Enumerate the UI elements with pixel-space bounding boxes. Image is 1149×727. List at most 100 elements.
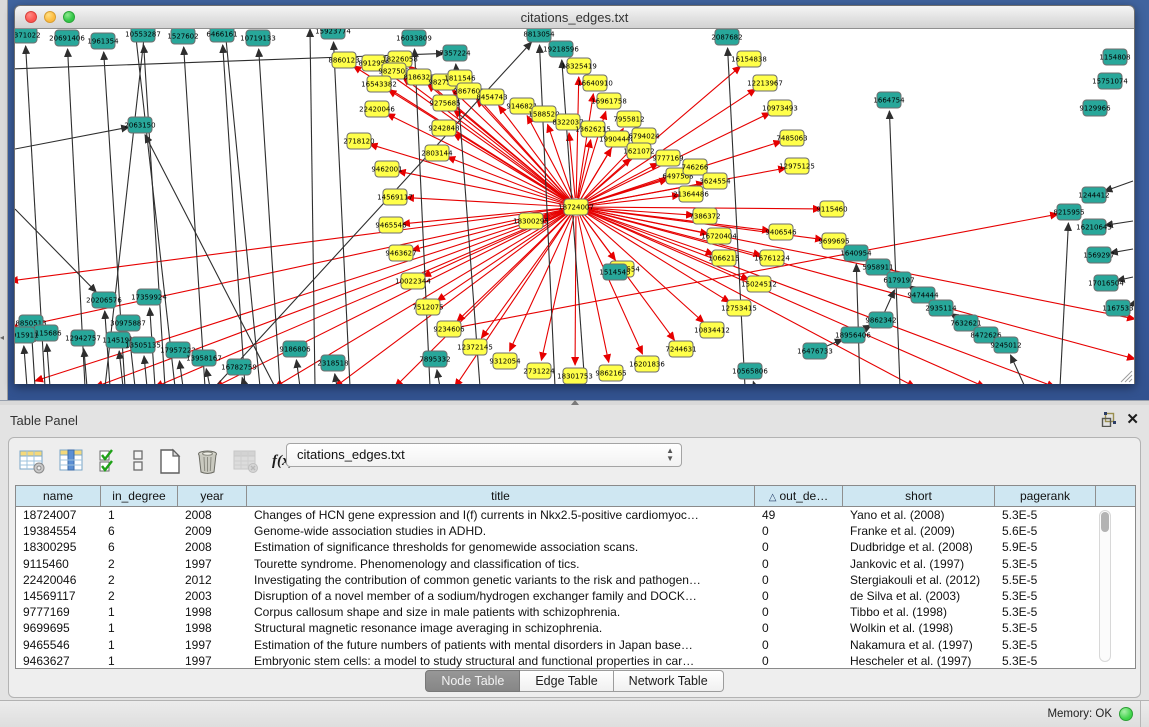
table-row[interactable]: 911546021997Tourette syndrome. Phenomeno… — [16, 556, 1135, 572]
graph-node[interactable]: 10565806 — [732, 363, 768, 379]
graph-node[interactable]: 2803144 — [421, 145, 453, 161]
graph-node[interactable]: 18956406 — [835, 327, 871, 343]
table-cell[interactable]: 9699695 — [16, 620, 101, 636]
table-cell[interactable]: Jankovic et al. (1997) — [843, 556, 995, 572]
graph-node[interactable]: 12372145 — [457, 339, 493, 355]
table-cell[interactable]: 0 — [755, 523, 843, 539]
graph-node[interactable]: 12942757 — [65, 330, 101, 346]
scrollbar-thumb[interactable] — [1101, 512, 1109, 532]
table-cell[interactable]: 49 — [755, 507, 843, 523]
table-cell[interactable]: 2009 — [178, 523, 247, 539]
graph-node[interactable]: 7512075 — [412, 299, 443, 315]
table-cell[interactable]: 0 — [755, 556, 843, 572]
graph-node[interactable]: 18325419 — [561, 58, 597, 74]
graph-node[interactable]: 3915911 — [15, 327, 39, 343]
graph-node[interactable]: 16720404 — [701, 228, 737, 244]
table-cell[interactable]: Dudbridge et al. (2008) — [843, 539, 995, 555]
table-cell[interactable]: 5.6E-5 — [995, 523, 1096, 539]
graph-node[interactable]: 8454743 — [476, 89, 507, 105]
float-panel-icon[interactable] — [1101, 412, 1116, 427]
graph-node[interactable]: 8371022 — [15, 29, 41, 43]
table-source-dropdown[interactable]: citations_edges.txt ▲▼ — [286, 443, 682, 467]
column-header-pagerank[interactable]: pagerank — [995, 486, 1096, 506]
network-view-window[interactable]: citations_edges.txt 18724007183002959777… — [14, 5, 1135, 384]
graph-node[interactable]: 19218596 — [543, 41, 579, 57]
graph-node[interactable]: 8860123 — [328, 52, 359, 68]
graph-node[interactable]: 1514545 — [599, 264, 630, 280]
graph-node[interactable]: 6466161 — [206, 29, 237, 42]
graph-node[interactable]: 9462001 — [371, 161, 402, 177]
table-row[interactable]: 1830029562008Estimation of significance … — [16, 539, 1135, 555]
graph-node[interactable]: 9463627 — [385, 245, 416, 261]
table-cell[interactable]: Nakamura et al. (1997) — [843, 637, 995, 653]
table-cell[interactable]: 2008 — [178, 539, 247, 555]
table-row[interactable]: 977716911998Corpus callosum shape and si… — [16, 604, 1135, 620]
table-row[interactable]: 2242004622012Investigating the contribut… — [16, 572, 1135, 588]
graph-node[interactable]: 10834412 — [694, 322, 730, 338]
graph-node[interactable]: 2731224 — [523, 363, 555, 379]
table-cell[interactable]: 14569117 — [16, 588, 101, 604]
table-cell[interactable]: 1 — [101, 653, 178, 669]
table-cell[interactable]: 1997 — [178, 556, 247, 572]
graph-node[interactable]: 9129966 — [1079, 100, 1111, 116]
graph-node[interactable]: 1621072 — [623, 143, 654, 159]
table-cell[interactable]: 5.3E-5 — [995, 556, 1096, 572]
graph-node[interactable]: 9242848 — [428, 120, 459, 136]
graph-node[interactable]: 9862342 — [865, 312, 896, 328]
table-row[interactable]: 1456911722003Disruption of a novel membe… — [16, 588, 1135, 604]
table-cell[interactable]: Hescheler et al. (1997) — [843, 653, 995, 669]
graph-node[interactable]: 7357224 — [439, 45, 471, 61]
table-row[interactable]: 946362711997Embryonic stem cells: a mode… — [16, 653, 1135, 669]
graph-node[interactable]: 12975125 — [779, 158, 815, 174]
graph-node[interactable]: 7895332 — [419, 351, 450, 367]
table-cell[interactable]: 5.3E-5 — [995, 604, 1096, 620]
column-header-in_degree[interactable]: in_degree — [101, 486, 178, 506]
graph-node[interactable]: 10553287 — [125, 29, 161, 42]
tab-node-table[interactable]: Node Table — [425, 670, 520, 692]
table-row[interactable]: 969969511998Structural magnetic resonanc… — [16, 620, 1135, 636]
table-cell[interactable]: de Silva et al. (2003) — [843, 588, 995, 604]
graph-node[interactable]: 9234606 — [433, 321, 465, 337]
table-cell[interactable]: Estimation of the future numbers of pati… — [247, 637, 755, 653]
table-cell[interactable]: 0 — [755, 588, 843, 604]
graph-node[interactable]: 17016504 — [1088, 275, 1124, 291]
graph-node[interactable]: 20691406 — [49, 30, 85, 46]
graph-node[interactable]: 7244631 — [665, 341, 696, 357]
citation-graph[interactable]: 1872400718300295977716964975687462663624… — [15, 29, 1134, 384]
table-cell[interactable]: 1 — [101, 637, 178, 653]
table-cell[interactable]: 5.3E-5 — [995, 588, 1096, 604]
table-row[interactable]: 946554611997Estimation of the future num… — [16, 637, 1135, 653]
new-table-icon[interactable] — [158, 448, 182, 475]
graph-node[interactable]: 9406546 — [765, 224, 797, 240]
graph-node[interactable]: 6794024 — [628, 128, 660, 144]
table-cell[interactable]: 1997 — [178, 653, 247, 669]
graph-node[interactable]: 18301753 — [557, 368, 593, 384]
graph-node[interactable]: 22420046 — [359, 101, 395, 117]
table-cell[interactable]: 2 — [101, 572, 178, 588]
table-cell[interactable]: Embryonic stem cells: a model to study s… — [247, 653, 755, 669]
column-header-year[interactable]: year — [178, 486, 247, 506]
table-cell[interactable]: 1997 — [178, 637, 247, 653]
table-cell[interactable]: 6 — [101, 539, 178, 555]
table-cell[interactable]: 2012 — [178, 572, 247, 588]
graph-node[interactable]: 10719133 — [240, 30, 276, 46]
table-cell[interactable]: 19384554 — [16, 523, 101, 539]
memory-status-indicator[interactable] — [1119, 707, 1133, 721]
table-cell[interactable]: 0 — [755, 604, 843, 620]
graph-node[interactable]: 9115460 — [816, 201, 847, 217]
graph-node[interactable]: 9275685 — [429, 95, 460, 111]
graph-node[interactable]: 12213967 — [747, 75, 783, 91]
table-cell[interactable]: Estimation of significance thresholds fo… — [247, 539, 755, 555]
table-cell[interactable]: 18724007 — [16, 507, 101, 523]
table-cell[interactable]: Structural magnetic resonance image aver… — [247, 620, 755, 636]
column-header-short[interactable]: short — [843, 486, 995, 506]
table-cell[interactable]: 22420046 — [16, 572, 101, 588]
table-cell[interactable]: Corpus callosum shape and size in male p… — [247, 604, 755, 620]
graph-node[interactable]: 2087682 — [711, 29, 742, 45]
graph-node[interactable]: 9186806 — [279, 341, 311, 357]
table-cell[interactable]: 5.9E-5 — [995, 539, 1096, 555]
graph-node[interactable]: 2318518 — [317, 355, 348, 371]
graph-node[interactable]: 2063150 — [124, 117, 155, 133]
table-cell[interactable]: Franke et al. (2009) — [843, 523, 995, 539]
network-window-titlebar[interactable]: citations_edges.txt — [15, 6, 1134, 29]
